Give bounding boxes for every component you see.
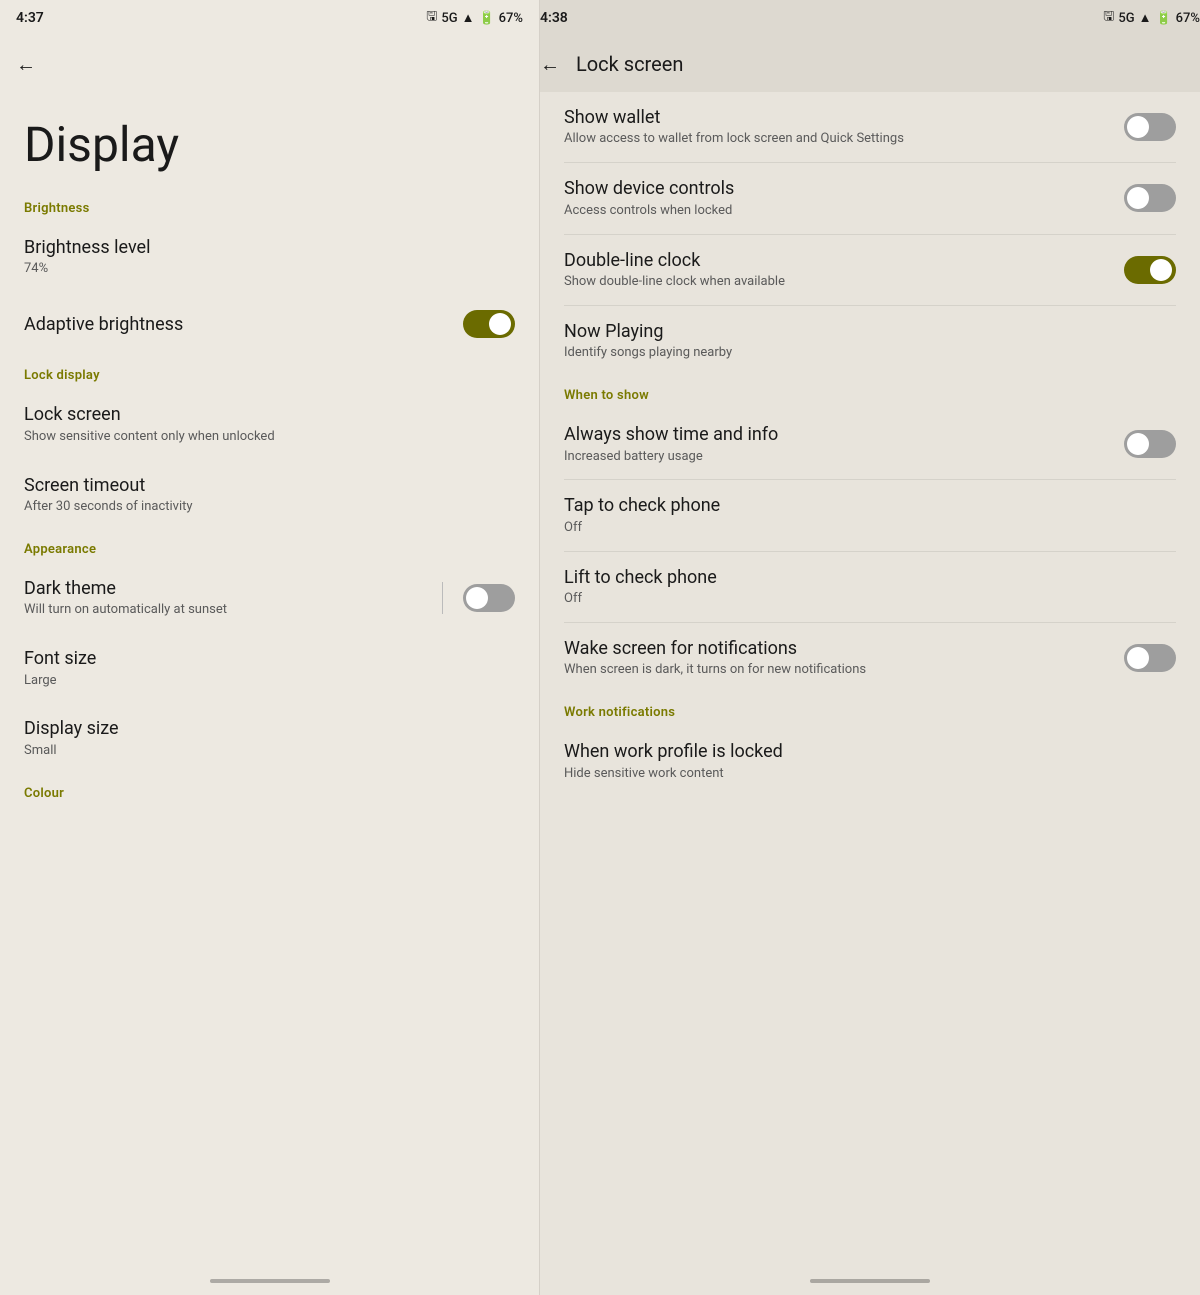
toggle-divider <box>442 582 443 614</box>
right-status-right: 🖫 5G ▲ 🔋 67% <box>1103 7 1200 29</box>
wake-screen-toggle[interactable] <box>1124 644 1176 672</box>
right-battery-label: 67% <box>1176 11 1200 26</box>
setting-device-controls[interactable]: Show device controls Access controls whe… <box>540 163 1200 233</box>
right-panel: 4:38 🖫 5G ▲ 🔋 67% ← Lock screen Show wal… <box>540 0 1200 1295</box>
left-panel: 4:37 🖫 5G ▲ 🔋 67% ← Display Brightness B… <box>0 0 540 1295</box>
setting-lift-to-check[interactable]: Lift to check phone Off <box>540 552 1200 622</box>
font-size-value: Large <box>24 673 515 690</box>
left-battery-icon: 🔋 <box>478 11 494 26</box>
show-wallet-subtitle: Allow access to wallet from lock screen … <box>564 131 1112 148</box>
display-size-title: Display size <box>24 717 515 740</box>
setting-wake-screen[interactable]: Wake screen for notifications When scree… <box>540 623 1200 693</box>
double-line-clock-toggle[interactable] <box>1124 256 1176 284</box>
wake-screen-subtitle: When screen is dark, it turns on for new… <box>564 662 1112 679</box>
setting-lock-screen[interactable]: Lock screen Show sensitive content only … <box>0 389 539 459</box>
left-signal-label: 5G <box>441 11 457 26</box>
right-top-bar: ← Lock screen <box>540 36 1200 92</box>
lift-to-check-subtitle: Off <box>564 591 1176 608</box>
work-profile-locked-title: When work profile is locked <box>564 740 1176 763</box>
setting-work-profile-locked[interactable]: When work profile is locked Hide sensiti… <box>540 726 1200 796</box>
now-playing-title: Now Playing <box>564 320 1176 343</box>
right-signal-icon: ▲ <box>1139 10 1152 26</box>
wake-screen-title: Wake screen for notifications <box>564 637 1112 660</box>
always-show-time-knob <box>1127 433 1149 455</box>
always-show-time-subtitle: Increased battery usage <box>564 449 1112 466</box>
screen-timeout-subtitle: After 30 seconds of inactivity <box>24 499 515 516</box>
device-controls-toggle[interactable] <box>1124 184 1176 212</box>
work-profile-locked-subtitle: Hide sensitive work content <box>564 766 1176 783</box>
tap-to-check-subtitle: Off <box>564 520 1176 537</box>
left-time: 4:37 <box>16 10 44 26</box>
adaptive-brightness-knob <box>489 313 511 335</box>
left-sim-icon: 🖫 <box>426 7 437 29</box>
setting-display-size[interactable]: Display size Small <box>0 703 539 773</box>
display-size-value: Small <box>24 743 515 760</box>
double-line-clock-title: Double-line clock <box>564 249 1112 272</box>
left-signal-icon: ▲ <box>462 10 475 26</box>
always-show-time-title: Always show time and info <box>564 423 1112 446</box>
left-top-bar: ← <box>0 36 539 92</box>
setting-brightness-level[interactable]: Brightness level 74% <box>0 222 539 292</box>
dark-theme-subtitle: Will turn on automatically at sunset <box>24 602 442 619</box>
left-battery-label: 67% <box>499 11 523 26</box>
setting-show-wallet[interactable]: Show wallet Allow access to wallet from … <box>540 92 1200 162</box>
dark-theme-knob <box>466 587 488 609</box>
double-line-clock-subtitle: Show double-line clock when available <box>564 274 1112 291</box>
show-wallet-knob <box>1127 116 1149 138</box>
setting-font-size[interactable]: Font size Large <box>0 633 539 703</box>
adaptive-brightness-toggle[interactable] <box>463 310 515 338</box>
setting-adaptive-brightness[interactable]: Adaptive brightness <box>0 292 539 356</box>
double-line-clock-knob <box>1150 259 1172 281</box>
right-page-title: Lock screen <box>576 52 683 76</box>
now-playing-subtitle: Identify songs playing nearby <box>564 345 1176 362</box>
section-brightness: Brightness <box>0 189 539 222</box>
right-sim-icon: 🖫 <box>1103 7 1114 29</box>
setting-always-show-time[interactable]: Always show time and info Increased batt… <box>540 409 1200 479</box>
left-status-bar: 4:37 🖫 5G ▲ 🔋 67% <box>0 0 539 36</box>
screen-timeout-title: Screen timeout <box>24 474 515 497</box>
lift-to-check-title: Lift to check phone <box>564 566 1176 589</box>
left-back-button[interactable]: ← <box>16 52 36 77</box>
brightness-level-value: 74% <box>24 261 515 278</box>
setting-screen-timeout[interactable]: Screen timeout After 30 seconds of inact… <box>0 460 539 530</box>
right-handle-bar <box>810 1279 930 1283</box>
always-show-time-toggle[interactable] <box>1124 430 1176 458</box>
left-status-right: 🖫 5G ▲ 🔋 67% <box>426 7 523 29</box>
section-colour: Colour <box>0 774 539 807</box>
section-lock-display: Lock display <box>0 356 539 389</box>
tap-to-check-title: Tap to check phone <box>564 494 1176 517</box>
right-status-bar: 4:38 🖫 5G ▲ 🔋 67% <box>540 0 1200 36</box>
setting-double-line-clock[interactable]: Double-line clock Show double-line clock… <box>540 235 1200 305</box>
show-wallet-title: Show wallet <box>564 106 1112 129</box>
setting-tap-to-check[interactable]: Tap to check phone Off <box>540 480 1200 550</box>
lock-screen-subtitle: Show sensitive content only when unlocke… <box>24 429 515 446</box>
setting-now-playing[interactable]: Now Playing Identify songs playing nearb… <box>540 306 1200 376</box>
device-controls-title: Show device controls <box>564 177 1112 200</box>
brightness-level-title: Brightness level <box>24 236 515 259</box>
device-controls-knob <box>1127 187 1149 209</box>
right-battery-icon: 🔋 <box>1155 11 1171 26</box>
left-bottom-handle <box>0 1271 539 1295</box>
dark-theme-toggle[interactable] <box>463 584 515 612</box>
left-handle-bar <box>210 1279 330 1283</box>
left-page-title: Display <box>0 92 539 189</box>
wake-screen-knob <box>1127 647 1149 669</box>
font-size-title: Font size <box>24 647 515 670</box>
right-signal-label: 5G <box>1118 11 1134 26</box>
section-appearance: Appearance <box>0 530 539 563</box>
lock-screen-title: Lock screen <box>24 403 515 426</box>
section-work-notifications: Work notifications <box>540 693 1200 726</box>
right-bottom-handle <box>540 1271 1200 1295</box>
section-when-to-show: When to show <box>540 376 1200 409</box>
dark-theme-title: Dark theme <box>24 577 442 600</box>
show-wallet-toggle[interactable] <box>1124 113 1176 141</box>
device-controls-subtitle: Access controls when locked <box>564 203 1112 220</box>
adaptive-brightness-title: Adaptive brightness <box>24 313 451 336</box>
setting-dark-theme[interactable]: Dark theme Will turn on automatically at… <box>0 563 539 633</box>
right-time: 4:38 <box>540 10 568 26</box>
right-back-button[interactable]: ← <box>540 52 560 77</box>
